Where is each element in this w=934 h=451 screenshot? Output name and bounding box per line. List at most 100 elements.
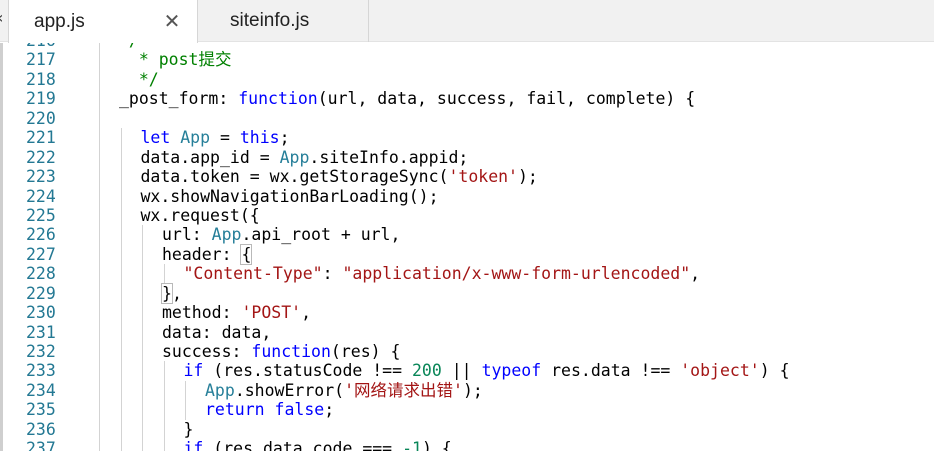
indent-guide <box>99 108 100 129</box>
indent-guide <box>99 419 100 440</box>
code-token: (res.statusCode !== <box>203 361 412 381</box>
indent-guide <box>163 400 165 420</box>
code-token: = <box>210 128 240 148</box>
code-text: header: { <box>162 243 253 265</box>
code-line[interactable]: 230 method: 'POST', <box>0 303 934 323</box>
code-line[interactable]: 217 * post提交 <box>0 50 934 70</box>
indent-guide <box>99 225 100 245</box>
code-editor[interactable]: 216 /**217 * post提交218 */219_post_form: … <box>0 43 934 451</box>
editor-window: ‹ app.js ✕ siteinfo.js 216 /**217 * post… <box>0 0 934 451</box>
indent-guide <box>120 244 122 265</box>
code-token: return <box>205 400 275 420</box>
code-token: -1 <box>402 439 422 451</box>
indent-guide <box>120 322 122 342</box>
code-token: || <box>441 361 482 381</box>
code-line[interactable]: 224 wx.showNavigationBarLoading(); <box>0 186 934 206</box>
indent-guide <box>120 439 122 451</box>
code-token: wx.request({ <box>140 205 260 225</box>
code-token: data.token = wx.getStorageSync( <box>140 167 449 187</box>
indent-guide <box>120 380 122 401</box>
code-token: method: <box>162 303 242 323</box>
code-line[interactable]: 237 if (res.data.code === -1) { <box>0 439 934 451</box>
code-line[interactable]: 228 "Content-Type": "application/x-www-fo… <box>0 264 934 284</box>
code-line[interactable]: 235 return false; <box>0 400 934 420</box>
code-token: if <box>183 361 204 381</box>
indent-guide <box>120 205 122 226</box>
indent-guide <box>99 43 100 51</box>
code-text: success: function(res) { <box>162 342 400 361</box>
code-token: ); <box>462 380 483 400</box>
code-line[interactable]: 221 let App = this; <box>0 128 934 148</box>
code-token: ) { <box>421 439 452 451</box>
line-number: 234 <box>26 380 56 400</box>
code-text: "Content-Type": "application/x-www-form-… <box>184 264 701 283</box>
indent-guide <box>120 342 122 362</box>
code-line[interactable]: 236} <box>0 419 934 440</box>
code-text: if (res.data.code === -1) { <box>184 439 452 451</box>
code-token: App <box>279 147 310 167</box>
code-line[interactable]: 216 /** <box>0 43 934 51</box>
indent-guide <box>185 380 186 401</box>
code-token: url: <box>162 225 212 245</box>
line-number: 217 <box>26 50 56 70</box>
code-line[interactable]: 222 data.app_id = App.siteInfo.appid; <box>0 147 934 168</box>
code-token: function <box>238 89 318 109</box>
tab-scroll-left-icon[interactable]: ‹ <box>0 8 7 28</box>
code-token: App <box>205 380 235 400</box>
code-token: false <box>274 400 325 420</box>
line-number: 231 <box>26 322 56 342</box>
code-token: } <box>183 419 194 439</box>
indent-guide <box>99 283 100 304</box>
line-number: 222 <box>26 147 56 167</box>
indent-guide <box>163 361 165 381</box>
code-text: let App = this; <box>141 128 290 147</box>
code-text: } <box>184 420 194 439</box>
indent-guide <box>142 322 143 342</box>
code-token: } <box>161 282 173 304</box>
code-text: App.showError('网络请求出错'); <box>205 381 483 400</box>
code-text: wx.request({ <box>141 206 260 225</box>
indent-guide <box>99 205 100 226</box>
code-token: .siteInfo.appid; <box>309 147 469 167</box>
code-line[interactable]: 234 App.showError('网络请求出错'); <box>0 380 934 401</box>
code-token: : <box>218 89 239 109</box>
code-line[interactable]: 219 _post_form: function(url, data, succe… <box>0 89 934 109</box>
code-token: success: <box>162 342 252 361</box>
indent-guide <box>99 322 100 342</box>
code-line[interactable]: 220 <box>0 108 934 129</box>
tab-app-js[interactable]: app.js ✕ <box>8 0 198 43</box>
indent-guide <box>142 303 143 323</box>
indent-guide <box>142 439 143 451</box>
indent-guide <box>120 283 122 304</box>
tab-siteinfo-js[interactable]: siteinfo.js <box>199 0 369 42</box>
code-token: if <box>183 439 204 451</box>
code-line[interactable]: 225 wx.request({ <box>0 205 934 226</box>
line-number: 228 <box>26 264 56 284</box>
indent-guide <box>163 419 165 440</box>
line-number: 225 <box>26 205 56 225</box>
indent-guide <box>120 264 122 284</box>
indent-guide <box>99 342 100 362</box>
code-token: this <box>239 128 280 148</box>
code-token: ; <box>324 400 335 420</box>
code-line[interactable]: 232 success: function(res) { <box>0 342 934 362</box>
line-number: 237 <box>26 439 56 451</box>
code-line[interactable]: 218 */ <box>0 69 934 90</box>
indent-guide <box>120 225 122 245</box>
code-line[interactable]: 227 header: { <box>0 243 934 265</box>
code-line[interactable]: 233 if (res.statusCode !== 200 || typeof … <box>0 361 934 381</box>
code-token: App <box>180 128 211 148</box>
code-line[interactable]: 226 url: App.api_root + url, <box>0 225 934 245</box>
code-line[interactable]: 223 data.token = wx.getStorageSync('token… <box>0 167 934 187</box>
close-icon[interactable]: ✕ <box>163 11 181 31</box>
indent-guide <box>163 264 165 284</box>
code-token: let <box>140 128 181 148</box>
code-line[interactable]: 231 data: data, <box>0 322 934 342</box>
code-line[interactable]: 229}, <box>0 282 934 304</box>
indent-guide <box>99 244 100 265</box>
indent-guide <box>163 380 165 401</box>
code-token: , <box>301 303 312 323</box>
line-number: 229 <box>26 283 56 303</box>
code-token: : <box>322 264 343 284</box>
code-text: url: App.api_root + url, <box>162 225 400 244</box>
